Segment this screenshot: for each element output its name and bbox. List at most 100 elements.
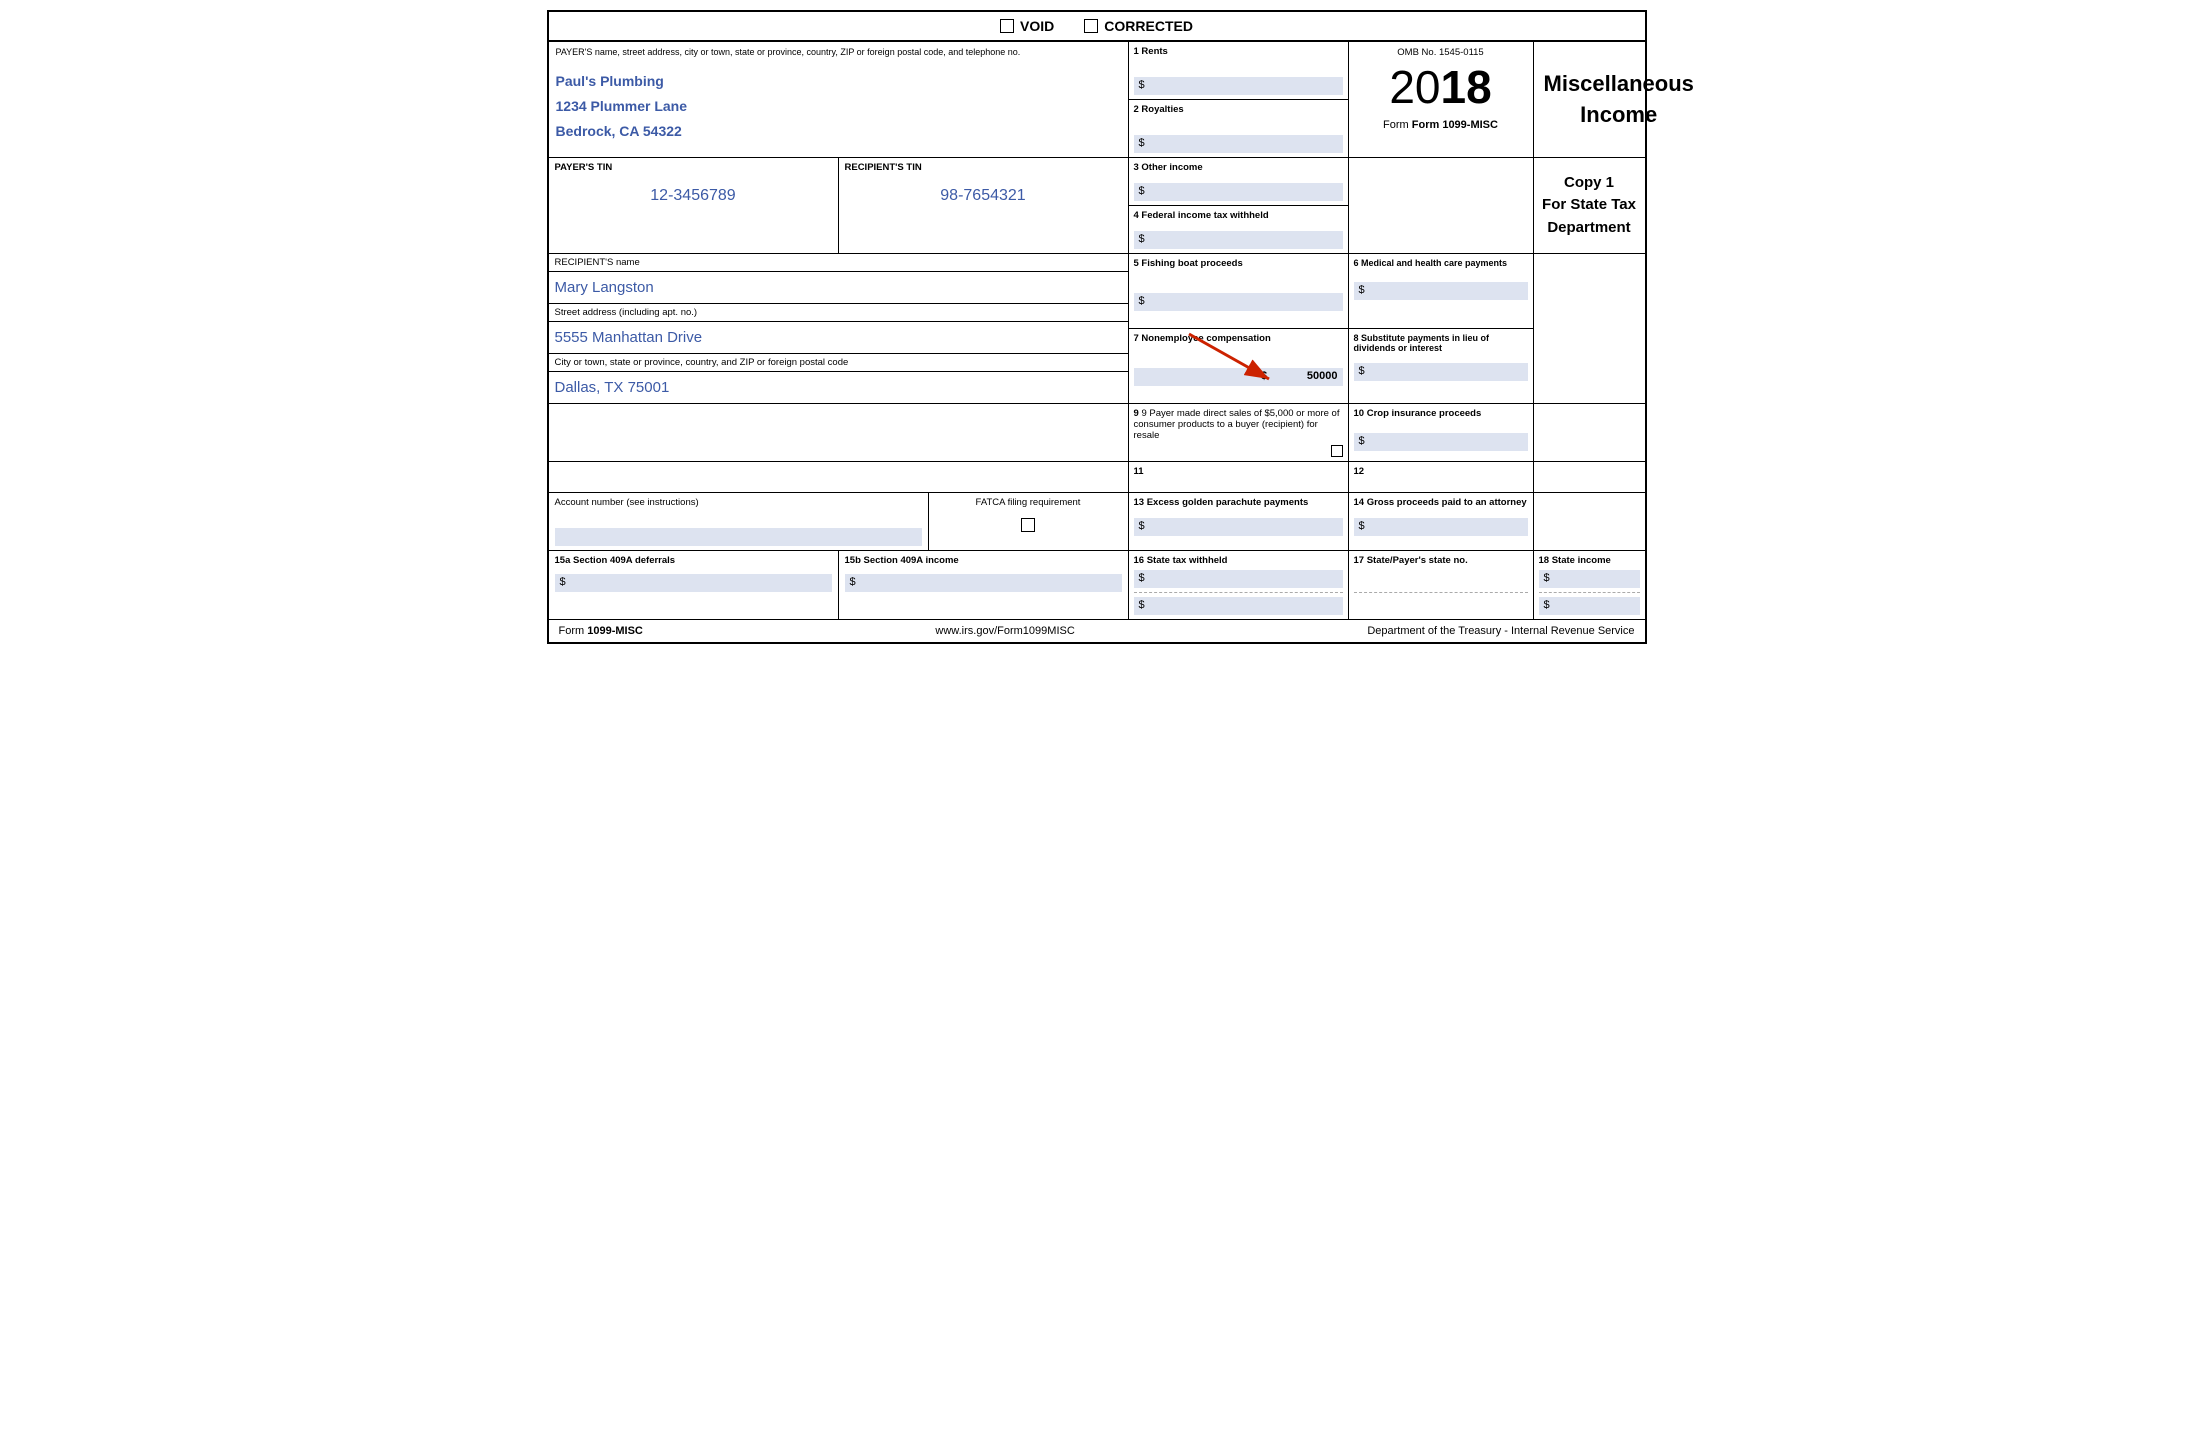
footer-dept: Department of the Treasury - Internal Re… bbox=[1367, 625, 1634, 637]
omb-year-cell: OMB No. 1545-0115 2018 Form Form 1099-MI… bbox=[1349, 42, 1534, 157]
box8: 8 Substitute payments in lieu of dividen… bbox=[1349, 329, 1533, 403]
box13-value[interactable]: $ bbox=[1134, 518, 1343, 536]
account-number-value[interactable] bbox=[555, 528, 922, 546]
box17-label: 17 State/Payer's state no. bbox=[1354, 555, 1528, 566]
box3-value[interactable]: $ bbox=[1134, 183, 1343, 201]
payer-info: PAYER'S name, street address, city or to… bbox=[549, 42, 1129, 157]
payer-tin: PAYER'S TIN 12-3456789 bbox=[549, 158, 839, 253]
box2: 2 Royalties $ bbox=[1129, 100, 1348, 157]
box18-value1[interactable]: $ bbox=[1539, 570, 1640, 588]
box16-value1[interactable]: $ bbox=[1134, 570, 1343, 588]
top-bar: VOID CORRECTED bbox=[549, 12, 1645, 42]
box16-divider bbox=[1134, 592, 1343, 593]
box16: 16 State tax withheld $ $ bbox=[1129, 551, 1349, 619]
box12: 12 bbox=[1349, 462, 1534, 492]
box14-value[interactable]: $ bbox=[1354, 518, 1528, 536]
form-name-label: Form Form 1099-MISC bbox=[1357, 119, 1525, 131]
void-label: VOID bbox=[1020, 18, 1054, 34]
box16-label: 16 State tax withheld bbox=[1134, 555, 1343, 566]
section-e: 11 12 bbox=[549, 462, 1645, 493]
payer-address: 1234 Plummer Lane bbox=[556, 94, 1121, 119]
box2-label: 2 Royalties bbox=[1134, 104, 1343, 115]
section-e-spacer bbox=[549, 462, 1129, 492]
footer-website: www.irs.gov/Form1099MISC bbox=[935, 625, 1074, 637]
box17-divider bbox=[1354, 592, 1528, 593]
box17-value2[interactable] bbox=[1354, 597, 1528, 615]
misc-income-title: Miscellaneous Income bbox=[1534, 42, 1704, 157]
box9-checkbox[interactable] bbox=[1331, 445, 1343, 457]
box15a-value[interactable]: $ bbox=[555, 574, 832, 592]
recipient-name-label: RECIPIENT'S name bbox=[549, 254, 1128, 272]
void-checkbox[interactable] bbox=[1000, 19, 1014, 33]
box6: 6 Medical and health care payments $ bbox=[1349, 254, 1533, 329]
recipient-city-label: City or town, state or province, country… bbox=[549, 354, 1128, 372]
box4-value[interactable]: $ bbox=[1134, 231, 1343, 249]
box16-value2[interactable]: $ bbox=[1134, 597, 1343, 615]
misc-income-text: Miscellaneous Income bbox=[1544, 69, 1694, 131]
box9-checkbox-row bbox=[1134, 445, 1343, 457]
section-c-spacer bbox=[1534, 254, 1645, 403]
section-f: Account number (see instructions) FATCA … bbox=[549, 493, 1645, 551]
box5-label: 5 Fishing boat proceeds bbox=[1134, 258, 1343, 269]
box9-label: 9 9 Payer made direct sales of $5,000 or… bbox=[1134, 408, 1343, 441]
copy1-title: Copy 1 bbox=[1542, 172, 1636, 195]
form-1099-misc: VOID CORRECTED PAYER'S name, street addr… bbox=[547, 10, 1647, 644]
box10-label: 10 Crop insurance proceeds bbox=[1354, 408, 1528, 419]
box6-value[interactable]: $ bbox=[1354, 282, 1528, 300]
box1-value[interactable]: $ bbox=[1134, 77, 1343, 95]
fatca-checkbox[interactable] bbox=[1021, 518, 1035, 532]
recipient-tin-value: 98-7654321 bbox=[845, 173, 1122, 213]
box3: 3 Other income $ bbox=[1129, 158, 1348, 206]
section-g: 15a Section 409A deferrals $ 15b Section… bbox=[549, 551, 1645, 620]
year-display: 2018 bbox=[1357, 62, 1525, 113]
void-checkbox-item: VOID bbox=[1000, 18, 1054, 34]
box17-value1[interactable] bbox=[1354, 570, 1528, 588]
corrected-checkbox[interactable] bbox=[1084, 19, 1098, 33]
box4-label: 4 Federal income tax withheld bbox=[1134, 210, 1343, 221]
box2-value[interactable]: $ bbox=[1134, 135, 1343, 153]
box11-label: 11 bbox=[1134, 466, 1343, 477]
box14-label: 14 Gross proceeds paid to an attorney bbox=[1354, 497, 1528, 508]
box10-value[interactable]: $ bbox=[1354, 433, 1528, 451]
box3-label: 3 Other income bbox=[1134, 162, 1343, 173]
box5-value[interactable]: $ bbox=[1134, 293, 1343, 311]
copy1-subtitle-line2: Department bbox=[1542, 217, 1636, 240]
payer-name: Paul's Plumbing bbox=[556, 69, 1121, 94]
box15b-label: 15b Section 409A income bbox=[845, 555, 1122, 566]
form-name-bold: Form 1099-MISC bbox=[1412, 119, 1498, 131]
section-a: PAYER'S name, street address, city or to… bbox=[549, 42, 1645, 158]
year-prefix: 20 bbox=[1389, 61, 1440, 113]
recipient-address-value: 5555 Manhattan Drive bbox=[549, 322, 1128, 354]
boxes-5-8-right: 6 Medical and health care payments $ 8 S… bbox=[1349, 254, 1534, 403]
footer: Form 1099-MISC www.irs.gov/Form1099MISC … bbox=[549, 620, 1645, 642]
account-number-label: Account number (see instructions) bbox=[555, 497, 922, 508]
box14: 14 Gross proceeds paid to an attorney $ bbox=[1349, 493, 1534, 550]
box15b-value[interactable]: $ bbox=[845, 574, 1122, 592]
recipient-section: RECIPIENT'S name Mary Langston Street ad… bbox=[549, 254, 1129, 403]
footer-form-name: Form 1099-MISC bbox=[559, 625, 643, 637]
boxes-3-4: 3 Other income $ 4 Federal income tax wi… bbox=[1129, 158, 1349, 253]
recipient-address-label: Street address (including apt. no.) bbox=[549, 304, 1128, 322]
box5: 5 Fishing boat proceeds $ bbox=[1129, 254, 1348, 329]
payer-tin-label: PAYER'S TIN bbox=[555, 162, 832, 173]
box7-label: 7 Nonemployee compensation bbox=[1134, 333, 1343, 344]
box13: 13 Excess golden parachute payments $ bbox=[1129, 493, 1349, 550]
box7-value[interactable]: $ 50000 bbox=[1134, 368, 1343, 386]
copy1-cell bbox=[1349, 158, 1534, 253]
box8-value[interactable]: $ bbox=[1354, 363, 1528, 381]
copy1-subtitle-line1: For State Tax bbox=[1542, 194, 1636, 217]
box12-label: 12 bbox=[1354, 466, 1528, 477]
box11: 11 bbox=[1129, 462, 1349, 492]
section-d: 9 9 Payer made direct sales of $5,000 or… bbox=[549, 404, 1645, 462]
payer-tin-value: 12-3456789 bbox=[555, 173, 832, 213]
box18-divider bbox=[1539, 592, 1640, 593]
form-body: PAYER'S name, street address, city or to… bbox=[549, 42, 1645, 642]
fatca-label: FATCA filing requirement bbox=[935, 497, 1122, 508]
omb-number: OMB No. 1545-0115 bbox=[1357, 47, 1525, 58]
payer-city: Bedrock, CA 54322 bbox=[556, 119, 1121, 144]
box18-label: 18 State income bbox=[1539, 555, 1640, 566]
payer-section-label: PAYER'S name, street address, city or to… bbox=[556, 47, 1121, 57]
box15a: 15a Section 409A deferrals $ bbox=[549, 551, 839, 619]
corrected-checkbox-item: CORRECTED bbox=[1084, 18, 1193, 34]
box18-value2[interactable]: $ bbox=[1539, 597, 1640, 615]
